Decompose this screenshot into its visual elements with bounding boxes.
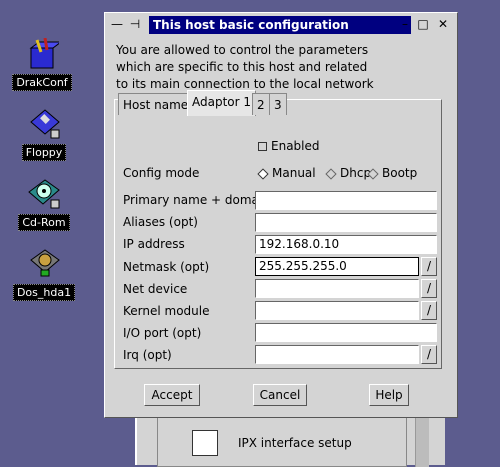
ip-address-label: IP address (123, 237, 185, 251)
description: You are allowed to control the parameter… (116, 42, 446, 93)
desktop-icon-label: Dos_hda1 (12, 284, 76, 301)
background-window-label: IPX interface setup (238, 436, 352, 450)
radio-label: Bootp (382, 166, 418, 180)
maximize-icon[interactable]: □ (415, 16, 431, 32)
irq-input[interactable] (255, 345, 419, 364)
close-icon[interactable]: ✕ (435, 16, 451, 32)
netmask-dropdown-button[interactable]: / (421, 257, 437, 276)
accept-button[interactable]: Accept (144, 384, 200, 406)
kernel-module-dropdown-button[interactable]: / (421, 301, 437, 320)
kernel-module-input[interactable] (255, 301, 419, 320)
minimize-icon[interactable]: – (397, 16, 413, 32)
io-port-label: I/O port (opt) (123, 326, 202, 340)
desktop-icon-label: Cd-Rom (18, 214, 70, 231)
description-line: which are specific to this host and rela… (116, 60, 368, 74)
description-line: You are allowed to control the parameter… (116, 43, 369, 57)
primary-name-input[interactable] (255, 191, 437, 210)
desktop-icon-cdrom[interactable]: Cd-Rom (4, 178, 84, 231)
tab-label: 3 (274, 98, 282, 112)
description-line: to its main connection to the local netw… (116, 77, 374, 91)
tab-label: 2 (257, 98, 265, 112)
floppy-icon (27, 108, 61, 140)
desktop-icon-floppy[interactable]: Floppy (4, 108, 84, 161)
aliases-label: Aliases (opt) (123, 215, 198, 229)
cdrom-icon (27, 178, 61, 210)
desktop-icon-drakconf[interactable]: DrakConf (2, 37, 82, 91)
help-button[interactable]: Help (369, 384, 409, 406)
pin-icon[interactable]: ⊣ (127, 16, 143, 32)
irq-dropdown-button[interactable]: / (421, 345, 437, 364)
radio-indicator[interactable] (367, 167, 379, 180)
netmask-input[interactable]: 255.255.255.0 (255, 257, 419, 276)
net-device-input[interactable] (255, 279, 419, 298)
kernel-module-label: Kernel module (123, 304, 210, 318)
window-title: This host basic configuration (149, 16, 411, 34)
cancel-button[interactable]: Cancel (253, 384, 307, 406)
desktop-icon-dos-hda1[interactable]: Dos_hda1 (4, 248, 84, 301)
tab-host-name[interactable]: Host name (118, 93, 194, 115)
desktop-icon-label: Floppy (21, 144, 67, 161)
checkbox-box[interactable] (258, 142, 267, 151)
title-bar[interactable]: — ⊣ This host basic configuration – □ ✕ (105, 13, 457, 37)
background-window-list: IPX interface setup (157, 417, 407, 467)
config-mode-label: Config mode (123, 166, 200, 180)
radio-dhcp[interactable]: Dhcp (325, 166, 371, 180)
irq-label: Irq (opt) (123, 348, 172, 362)
tab-3[interactable]: 3 (269, 93, 287, 115)
tab-label: Host name (123, 98, 189, 112)
radio-bootp[interactable]: Bootp (367, 166, 418, 180)
drakconf-icon (25, 37, 63, 70)
radio-manual[interactable]: Manual (257, 166, 316, 180)
radio-indicator[interactable] (257, 167, 269, 180)
desktop-icon-label: DrakConf (12, 74, 72, 91)
tab-label: Adaptor 1 (192, 95, 252, 109)
tab-2[interactable]: 2 (252, 93, 270, 115)
aliases-input[interactable] (255, 213, 437, 232)
enabled-label: Enabled (271, 139, 320, 153)
network-icon (192, 430, 218, 456)
enabled-checkbox[interactable]: Enabled (258, 139, 320, 153)
primary-name-label: Primary name + domain (123, 193, 270, 207)
io-port-input[interactable] (255, 323, 437, 342)
ip-address-input[interactable]: 192.168.0.10 (255, 235, 437, 254)
tab-adaptor-1[interactable]: Adaptor 1 (187, 90, 257, 116)
harddisk-icon (27, 248, 61, 280)
background-scrollbar[interactable] (415, 417, 429, 467)
net-device-dropdown-button[interactable]: / (421, 279, 437, 298)
netmask-label: Netmask (opt) (123, 260, 210, 274)
radio-label: Manual (272, 166, 316, 180)
radio-indicator[interactable] (325, 167, 337, 180)
net-device-label: Net device (123, 282, 188, 296)
window-menu-icon[interactable]: — (109, 16, 125, 32)
